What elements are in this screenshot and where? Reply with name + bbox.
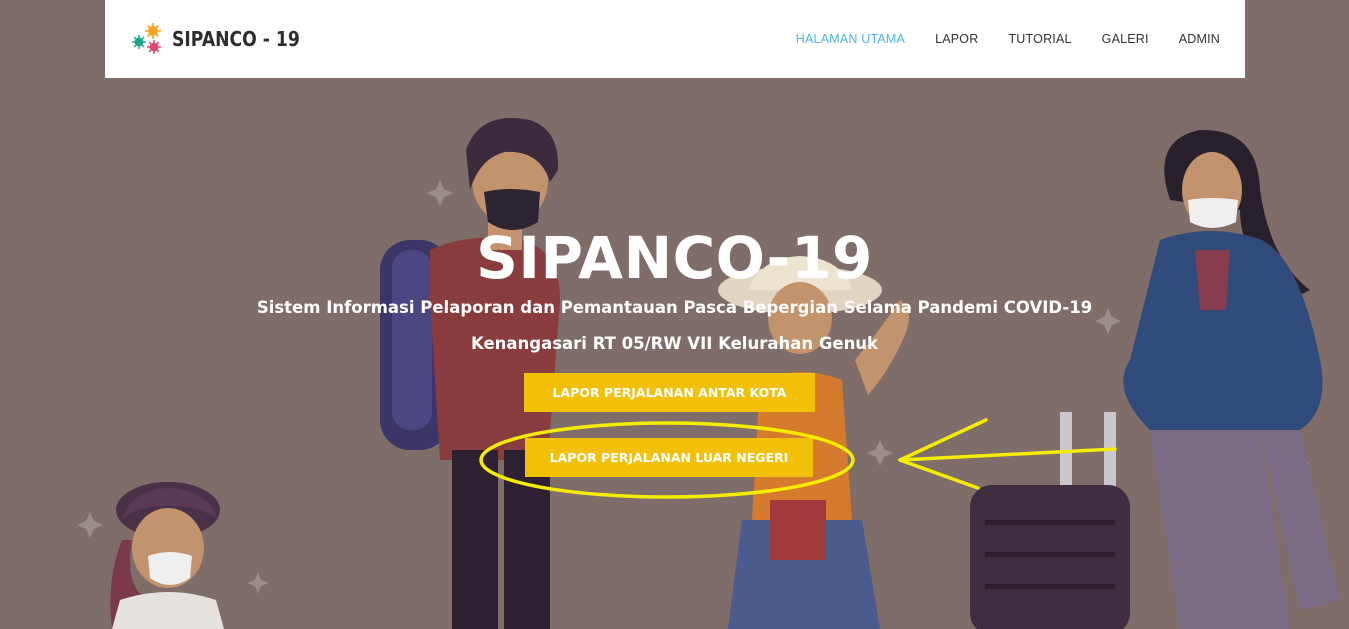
hero-title: SIPANCO-19 xyxy=(476,224,873,292)
nav-link-halaman-utama[interactable]: HALAMAN UTAMA xyxy=(796,32,905,46)
hero-section: SIPANCO - 19 HALAMAN UTAMA LAPOR TUTORIA… xyxy=(0,0,1349,629)
small-girl xyxy=(110,482,224,629)
nav-menu: HALAMAN UTAMA LAPOR TUTORIAL GALERI ADMI… xyxy=(766,0,1220,78)
nav-link-tutorial[interactable]: TUTORIAL xyxy=(1008,32,1071,46)
brand-name: SIPANCO - 19 xyxy=(172,27,300,51)
virus-logo-icon xyxy=(132,23,161,54)
nav-link-lapor[interactable]: LAPOR xyxy=(935,32,978,46)
brand[interactable]: SIPANCO - 19 xyxy=(130,21,321,57)
hero-subtitle: Sistem Informasi Pelaporan dan Pemantaua… xyxy=(256,298,1093,317)
navbar: SIPANCO - 19 HALAMAN UTAMA LAPOR TUTORIA… xyxy=(105,0,1245,78)
woman-with-suitcase xyxy=(970,129,1340,629)
lapor-luar-negeri-button[interactable]: LAPOR PERJALANAN LUAR NEGERI xyxy=(525,438,813,477)
lapor-antar-kota-button[interactable]: LAPOR PERJALANAN ANTAR KOTA xyxy=(524,373,815,412)
nav-link-admin[interactable]: ADMIN xyxy=(1179,32,1220,46)
nav-link-galeri[interactable]: GALERI xyxy=(1102,32,1149,46)
hero-location: Kenangasari RT 05/RW VII Kelurahan Genuk xyxy=(470,334,879,353)
